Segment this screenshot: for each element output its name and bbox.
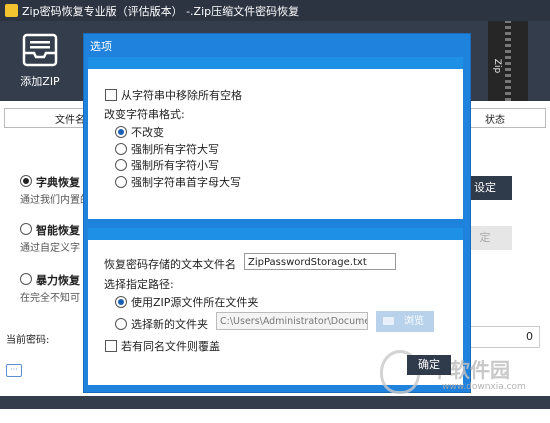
filename-input[interactable]: ZipPasswordStorage.txt <box>244 253 396 270</box>
format-radio-lower[interactable] <box>115 159 127 171</box>
path-option-source: 使用ZIP源文件所在文件夹 <box>131 296 259 309</box>
radio-smart[interactable] <box>20 223 32 235</box>
format-radio-upper[interactable] <box>115 143 127 155</box>
zipper-graphic: Zip <box>488 21 528 101</box>
format-option-upper: 强制所有字符大写 <box>131 143 219 156</box>
format-radio-capitalize[interactable] <box>115 176 127 188</box>
method-brute-label: 暴力恢复 <box>36 274 80 287</box>
watermark-sub: www.downxia.com <box>442 382 526 392</box>
chat-icon[interactable]: ··· <box>6 364 22 377</box>
method-dictionary-label: 字典恢复 <box>36 176 80 189</box>
format-option-capitalize: 强制字符串首字母大写 <box>131 176 241 189</box>
path-option-new: 选择新的文件夹 <box>131 318 208 331</box>
window-title: Zip密码恢复专业版（评估版本） -.Zip压缩文件密码恢复 <box>22 5 300 18</box>
watermark: 下软件园 www.downxia.com <box>380 350 550 400</box>
method-dictionary-desc: 通过我们内置的 <box>20 195 90 206</box>
column-status[interactable]: 状态 <box>485 111 505 126</box>
path-radio-new[interactable] <box>115 318 127 330</box>
method-brute-desc: 在完全不知可 <box>20 293 80 304</box>
browse-label: 浏览 <box>404 316 424 327</box>
format-option-unchanged: 不改变 <box>131 126 164 139</box>
remove-spaces-label: 从字符串中移除所有空格 <box>121 89 242 102</box>
overwrite-checkbox[interactable] <box>105 340 117 352</box>
dialog-title: 选项 <box>90 40 112 53</box>
radio-brute[interactable] <box>20 273 32 285</box>
zipper-label: Zip <box>492 58 503 74</box>
tray-icon <box>22 33 58 67</box>
format-radio-unchanged[interactable] <box>115 126 127 138</box>
app-icon <box>5 4 18 17</box>
ok-button[interactable]: 确定 <box>407 355 451 375</box>
browse-button[interactable]: 浏览 <box>376 311 434 332</box>
format-option-lower: 强制所有字符小写 <box>131 159 219 172</box>
column-filename[interactable]: 文件名 <box>55 111 85 126</box>
current-password-value: 0 <box>526 330 533 343</box>
path-label: 选择指定路径: <box>104 278 174 291</box>
overwrite-label: 若有同名文件则覆盖 <box>121 340 220 353</box>
add-zip-label: 添加ZIP <box>20 75 60 88</box>
add-zip-button[interactable]: 添加ZIP <box>10 27 70 93</box>
folder-icon <box>383 317 394 325</box>
format-label: 改变字符串格式: <box>104 108 185 121</box>
current-password-label: 当前密码: <box>6 335 50 346</box>
path-radio-source[interactable] <box>115 296 127 308</box>
folder-path-field[interactable]: C:\Users\Administrator\Document <box>216 312 368 330</box>
remove-spaces-checkbox[interactable] <box>105 89 117 101</box>
radio-dictionary[interactable] <box>20 175 32 187</box>
method-smart-label: 智能恢复 <box>36 224 80 237</box>
method-smart-desc: 通过自定义字 <box>20 243 80 254</box>
filename-label: 恢复密码存储的文本文件名 <box>104 258 236 271</box>
title-bar: Zip密码恢复专业版（评估版本） -.Zip压缩文件密码恢复 <box>0 0 550 21</box>
